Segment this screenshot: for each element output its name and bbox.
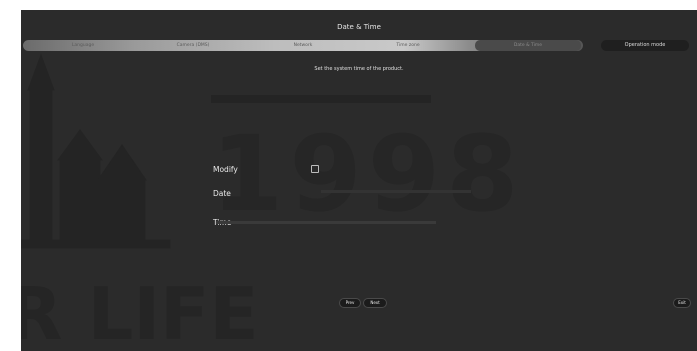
setup-wizard-window: 1998 R LIFE Date & Time Language Camera … <box>21 10 697 351</box>
step-network[interactable]: Network <box>263 40 343 51</box>
page-subtitle: Set the system time of the product. <box>314 66 404 72</box>
page-title: Date & Time <box>337 23 381 31</box>
watermark-life-text: R LIFE <box>21 272 259 351</box>
date-label: Date <box>213 189 231 198</box>
next-button[interactable]: Next <box>363 298 387 308</box>
step-time-zone[interactable]: Time zone <box>368 40 448 51</box>
operation-mode-button[interactable]: Operation mode <box>601 40 689 51</box>
modify-checkbox[interactable] <box>311 165 319 173</box>
date-value-field[interactable] <box>321 190 471 193</box>
watermark-bar-top <box>211 95 431 103</box>
wizard-steps-bar: Language Camera (DMS) Network Time zone … <box>23 40 583 51</box>
prev-button[interactable]: Prev <box>339 298 361 308</box>
step-language[interactable]: Language <box>43 40 123 51</box>
watermark-year: 1998 <box>211 113 525 235</box>
step-camera[interactable]: Camera (DMS) <box>153 40 233 51</box>
time-value-field[interactable] <box>216 221 436 224</box>
modify-label: Modify <box>213 165 238 174</box>
step-date-time[interactable]: Date & Time <box>475 40 581 51</box>
exit-button[interactable]: Exit <box>673 298 691 308</box>
castle-watermark <box>21 53 171 249</box>
